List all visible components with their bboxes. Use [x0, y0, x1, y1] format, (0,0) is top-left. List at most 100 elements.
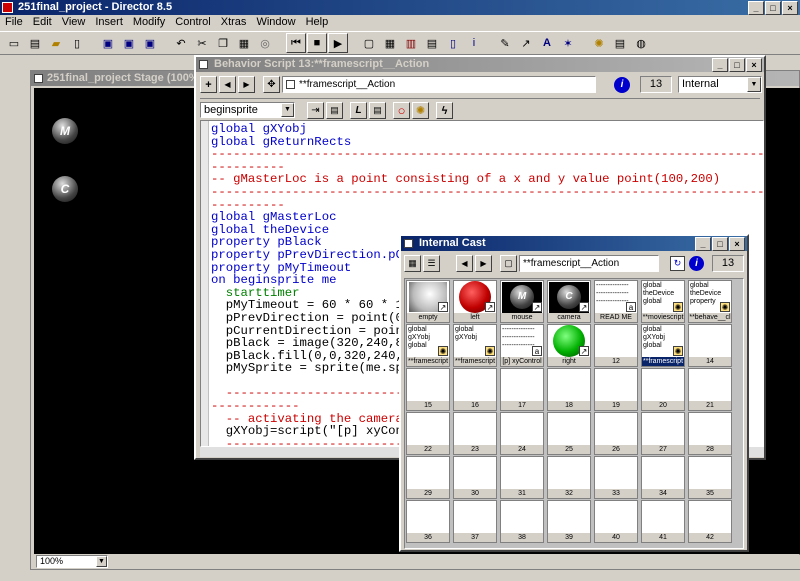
cast-member[interactable]: 38	[500, 500, 544, 543]
message-window-icon[interactable]: i	[464, 33, 484, 53]
script-minimize-button[interactable]: _	[712, 58, 728, 72]
menu-file[interactable]: File	[5, 16, 23, 28]
menu-view[interactable]: View	[62, 16, 86, 28]
behavior-inspector-icon[interactable]: ✺	[589, 33, 609, 53]
stop-icon[interactable]: ■	[307, 33, 327, 53]
new-movie-icon[interactable]: ▭	[4, 33, 24, 53]
sprite-camera[interactable]: C	[52, 176, 78, 202]
cast-member[interactable]: 28	[688, 412, 732, 455]
prev-script-button[interactable]: ◀	[219, 76, 236, 93]
cast-member[interactable]: 27	[641, 412, 685, 455]
cast-select[interactable]: Internal ▼	[678, 76, 762, 93]
cast-member[interactable]: global theDevice property ✺ **behave__cl	[688, 280, 732, 323]
list-view-icon[interactable]: ☰	[423, 255, 440, 272]
paste-icon[interactable]: ▦	[234, 33, 254, 53]
lingo-menu-icon[interactable]: L	[350, 102, 367, 119]
menu-window[interactable]: Window	[256, 16, 295, 28]
shockwave-icon[interactable]: ✶	[558, 33, 578, 53]
cast-name-field[interactable]: **framescript__Action	[519, 255, 659, 272]
app-close-button[interactable]: ×	[782, 1, 798, 15]
vector-icon[interactable]: ↗	[516, 33, 536, 53]
cast-member[interactable]: 17	[500, 368, 544, 411]
cast-member[interactable]: ↗ right	[547, 324, 591, 367]
cast-member[interactable]: 19	[594, 368, 638, 411]
stage-window-icon[interactable]: ▢	[359, 33, 379, 53]
drag-member-handle[interactable]: ✥	[263, 76, 280, 93]
cast-member[interactable]: 24	[500, 412, 544, 455]
handler-select[interactable]: beginsprite ▼	[200, 102, 295, 118]
cast-next-button[interactable]: ▶	[475, 255, 492, 272]
cast-member[interactable]: 21	[688, 368, 732, 411]
go-to-handler-icon[interactable]: ⇥	[307, 102, 324, 119]
text-icon[interactable]: A	[537, 33, 557, 53]
copy-icon[interactable]: ❐	[213, 33, 233, 53]
cast-member[interactable]: 16	[453, 368, 497, 411]
cast-member[interactable]: 41	[641, 500, 685, 543]
cast-member[interactable]: ↗ empty	[406, 280, 450, 323]
zoom-select[interactable]: 100% ▼	[36, 555, 108, 568]
cast-member[interactable]: 31	[500, 456, 544, 499]
save-icon[interactable]: ▣	[98, 33, 118, 53]
script-info-icon[interactable]: i	[614, 77, 630, 93]
menu-xtras[interactable]: Xtras	[221, 16, 247, 28]
cast-member[interactable]: 37	[453, 500, 497, 543]
cast-member[interactable]: global gXYobj global ✺ **framescript	[641, 324, 685, 367]
save-all-icon[interactable]: ▣	[119, 33, 139, 53]
new-script-button[interactable]: +	[200, 76, 217, 93]
find-icon[interactable]: ◎	[255, 33, 275, 53]
cast-member[interactable]: global theDevice global ✺ **moviescript	[641, 280, 685, 323]
cast-member[interactable]: 22	[406, 412, 450, 455]
cast-member[interactable]: 23	[453, 412, 497, 455]
property-inspector-icon[interactable]: ▤	[422, 33, 442, 53]
cast-member[interactable]: 18	[547, 368, 591, 411]
cast-member[interactable]: 40	[594, 500, 638, 543]
chevron-down-icon[interactable]: ▼	[96, 556, 107, 567]
open-icon[interactable]: ▰	[46, 33, 66, 53]
cast-window-icon[interactable]: ▦	[380, 33, 400, 53]
cast-member[interactable]: -------------- -------------- ----------…	[594, 280, 638, 323]
cast-drag-handle[interactable]: ▢	[500, 255, 517, 272]
app-maximize-button[interactable]: □	[765, 1, 781, 15]
cast-prev-button[interactable]: ◀	[456, 255, 473, 272]
chevron-down-icon[interactable]: ▼	[281, 103, 294, 117]
cast-member[interactable]: 29	[406, 456, 450, 499]
script-close-button[interactable]: ×	[746, 58, 762, 72]
cast-member[interactable]: 35	[688, 456, 732, 499]
cast-member[interactable]: 42	[688, 500, 732, 543]
menu-edit[interactable]: Edit	[33, 16, 52, 28]
recompile-icon[interactable]: ϟ	[436, 102, 453, 119]
cast-member[interactable]: C ↗ camera	[547, 280, 591, 323]
menu-modify[interactable]: Modify	[133, 16, 165, 28]
cast-member[interactable]: M ↗ mouse	[500, 280, 544, 323]
next-script-button[interactable]: ▶	[238, 76, 255, 93]
cast-member[interactable]: -------------- -------------- ----------…	[500, 324, 544, 367]
cast-member[interactable]: global gXYobj ✺ **framescript	[453, 324, 497, 367]
chat-icon[interactable]: ◍	[631, 33, 651, 53]
import-icon[interactable]: ▯	[67, 33, 87, 53]
script-window-icon[interactable]: ▤	[610, 33, 630, 53]
cast-member[interactable]: 25	[547, 412, 591, 455]
cast-minimize-button[interactable]: _	[695, 237, 711, 251]
sprite-mouse[interactable]: M	[52, 118, 78, 144]
chevron-down-icon[interactable]: ▼	[747, 77, 761, 92]
watch-expression-icon[interactable]: ✺	[412, 102, 429, 119]
comment-icon[interactable]: ▤	[326, 102, 343, 119]
library-icon[interactable]: ▯	[443, 33, 463, 53]
cast-script-icon[interactable]: ↻	[670, 256, 685, 271]
score-window-icon[interactable]: ▥	[401, 33, 421, 53]
cast-member[interactable]: global gXYobj global ✺ **framescript	[406, 324, 450, 367]
cast-member[interactable]: 20	[641, 368, 685, 411]
cast-member[interactable]: 12	[594, 324, 638, 367]
script-maximize-button[interactable]: □	[729, 58, 745, 72]
rewind-icon[interactable]: ⏮	[286, 33, 306, 53]
app-minimize-button[interactable]: _	[748, 1, 764, 15]
cast-member[interactable]: 34	[641, 456, 685, 499]
cast-maximize-button[interactable]: □	[712, 237, 728, 251]
new-cast-icon[interactable]: ▤	[25, 33, 45, 53]
alphabetical-lingo-icon[interactable]: ▤	[369, 102, 386, 119]
cast-member[interactable]: 36	[406, 500, 450, 543]
cast-member[interactable]: 32	[547, 456, 591, 499]
menu-insert[interactable]: Insert	[95, 16, 123, 28]
cast-info-icon[interactable]: i	[689, 256, 704, 271]
script-name-field[interactable]: **framescript__Action	[282, 76, 596, 93]
